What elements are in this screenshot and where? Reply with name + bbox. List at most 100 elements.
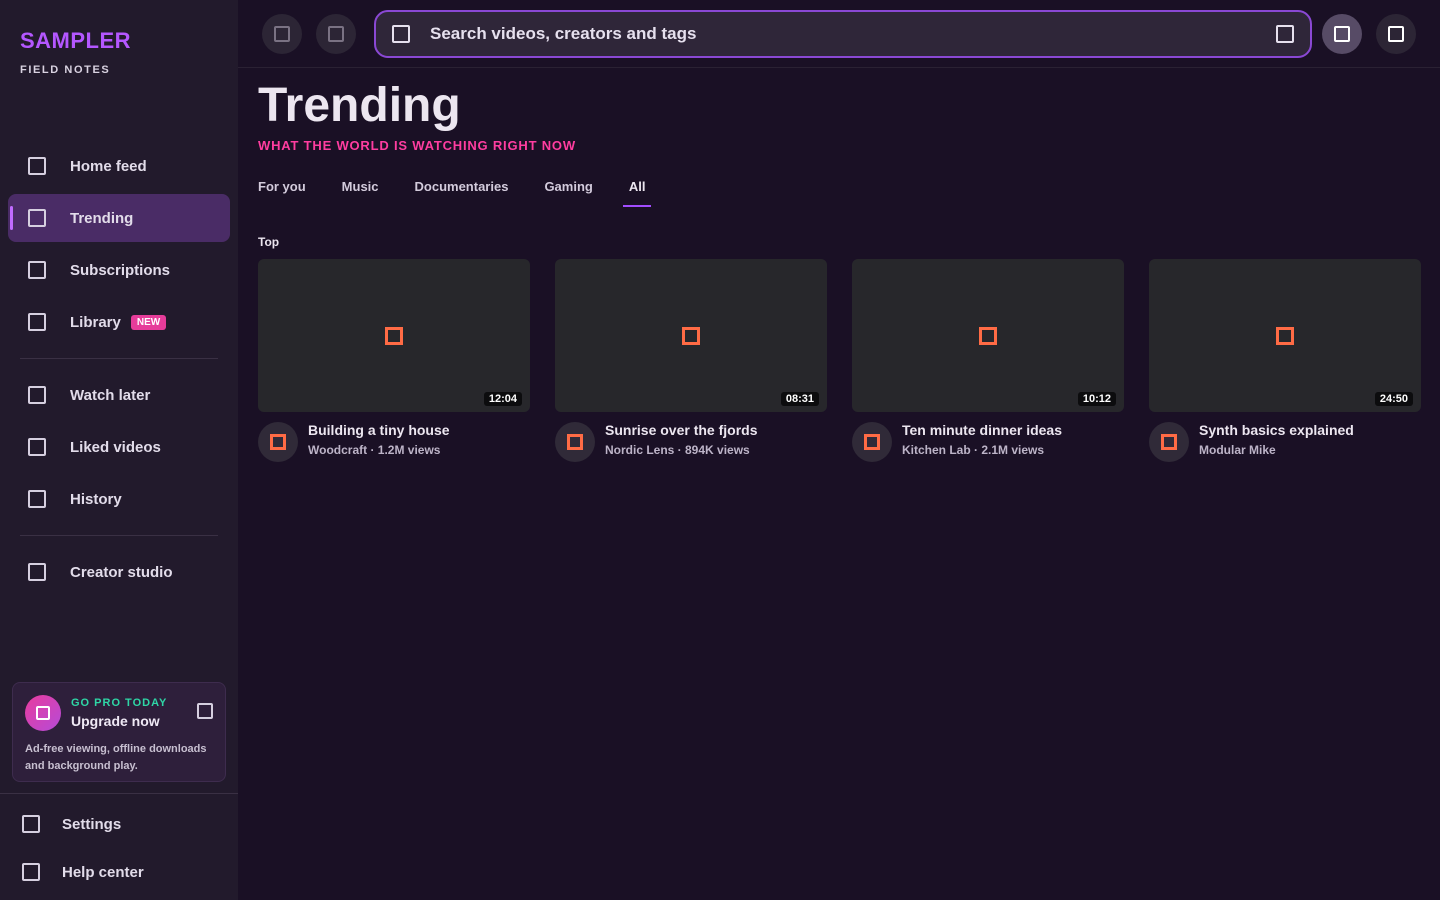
notifications-button[interactable]: [1376, 14, 1416, 54]
divider: [20, 535, 218, 536]
play-icon: [1276, 326, 1294, 345]
video-meta: Building a tiny house Woodcraft · 1.2M v…: [258, 422, 530, 462]
search-icon: [392, 25, 410, 43]
sidebar-item-help[interactable]: Help center: [22, 848, 232, 896]
channel-icon: [270, 434, 286, 450]
sidebar-item-liked[interactable]: Liked videos: [8, 423, 230, 471]
sidebar-item-label: Liked videos: [70, 438, 161, 456]
arrow-left-icon: [274, 26, 290, 42]
sidebar-item-settings[interactable]: Settings: [22, 800, 232, 848]
page-subtitle: WHAT THE WORLD IS WATCHING RIGHT NOW: [258, 138, 576, 153]
sidebar-item-label: Library: [70, 313, 121, 331]
video-grid: 12:04 Building a tiny house Woodcraft · …: [258, 259, 1421, 462]
video-subtitle: Nordic Lens · 894K views: [605, 443, 750, 457]
video-thumbnail[interactable]: 10:12: [852, 259, 1124, 412]
arrow-right-icon: [328, 26, 344, 42]
sidebar-item-label: Creator studio: [70, 563, 173, 581]
sidebar-item-library[interactable]: Library NEW: [8, 298, 230, 346]
play-icon: [979, 326, 997, 345]
brand-tagline: FIELD NOTES: [20, 64, 111, 76]
search-input[interactable]: [430, 24, 1276, 44]
brand-logo[interactable]: SAMPLER: [20, 28, 220, 54]
crown-icon: [36, 706, 50, 720]
close-icon[interactable]: [197, 703, 213, 719]
sidebar-item-trending[interactable]: Trending: [8, 194, 230, 242]
sidebar-item-history[interactable]: History: [8, 475, 230, 523]
sidebar-item-label: Watch later: [70, 386, 151, 404]
upgrade-card[interactable]: GO PRO TODAY Upgrade now Ad-free viewing…: [12, 682, 226, 782]
video-meta: Sunrise over the fjords Nordic Lens · 89…: [555, 422, 827, 462]
sidebar-item-label: Settings: [62, 815, 122, 833]
video-subtitle: Kitchen Lab · 2.1M views: [902, 443, 1045, 457]
sidebar: SAMPLER FIELD NOTES Home feed Trending S…: [0, 0, 238, 900]
help-icon: [22, 863, 40, 881]
video-title[interactable]: Building a tiny house: [308, 422, 450, 438]
channel-avatar[interactable]: [1149, 422, 1189, 462]
duration-badge: 08:31: [780, 392, 819, 406]
studio-icon: [28, 563, 46, 581]
video-thumbnail[interactable]: 24:50: [1149, 259, 1421, 412]
forward-button[interactable]: [316, 14, 356, 54]
page-title: Trending: [258, 79, 461, 132]
upgrade-text: Ad-free viewing, offline downloads and b…: [25, 743, 207, 772]
video-thumbnail[interactable]: 12:04: [258, 259, 530, 412]
back-button[interactable]: [262, 14, 302, 54]
upload-button[interactable]: [1322, 14, 1362, 54]
section-label: Top: [258, 235, 280, 249]
sidebar-item-label: Trending: [70, 209, 134, 227]
video-meta: Synth basics explained Modular Mike: [1149, 422, 1421, 462]
divider: [20, 358, 218, 359]
video-title[interactable]: Sunrise over the fjords: [605, 422, 757, 438]
video-card[interactable]: 08:31 Sunrise over the fjords Nordic Len…: [555, 259, 827, 462]
video-card[interactable]: 12:04 Building a tiny house Woodcraft · …: [258, 259, 530, 462]
category-tabs: For you Music Documentaries Gaming All: [258, 179, 1420, 209]
library-icon: [28, 313, 46, 331]
tab-music[interactable]: Music: [342, 179, 385, 205]
channel-avatar[interactable]: [852, 422, 892, 462]
sidebar-item-label: Subscriptions: [70, 261, 171, 279]
tab-for-you[interactable]: For you: [258, 179, 312, 205]
duration-badge: 12:04: [483, 392, 522, 406]
sidebar-item-label: Help center: [62, 863, 144, 881]
brand[interactable]: SAMPLER FIELD NOTES: [20, 28, 220, 76]
video-title[interactable]: Synth basics explained: [1199, 422, 1354, 438]
play-icon: [385, 326, 403, 345]
video-meta: Ten minute dinner ideas Kitchen Lab · 2.…: [852, 422, 1124, 462]
sidebar-item-studio[interactable]: Creator studio: [8, 548, 230, 596]
duration-badge: 24:50: [1374, 392, 1413, 406]
tab-documentaries[interactable]: Documentaries: [415, 179, 515, 205]
bell-icon: [1388, 26, 1404, 42]
flame-icon: [28, 209, 46, 227]
sidebar-item-watch-later[interactable]: Watch later: [8, 371, 230, 419]
sidebar-item-subscriptions[interactable]: Subscriptions: [8, 246, 230, 294]
sidebar-bottom: Settings Help center: [22, 800, 232, 896]
sidebar-item-label: Home feed: [70, 157, 147, 175]
video-subtitle: Woodcraft · 1.2M views: [308, 443, 441, 457]
channel-avatar[interactable]: [555, 422, 595, 462]
microphone-icon[interactable]: [1276, 25, 1294, 43]
upgrade-avatar: [25, 695, 61, 731]
history-icon: [28, 490, 46, 508]
video-thumbnail[interactable]: 08:31: [555, 259, 827, 412]
tab-all[interactable]: All: [622, 179, 652, 207]
video-title[interactable]: Ten minute dinner ideas: [902, 422, 1062, 438]
search-bar[interactable]: [374, 10, 1312, 58]
duration-badge: 10:12: [1077, 392, 1116, 406]
home-icon: [28, 157, 46, 175]
channel-icon: [864, 434, 880, 450]
video-subtitle: Modular Mike: [1199, 443, 1276, 457]
channel-icon: [1161, 434, 1177, 450]
upgrade-title: Upgrade now: [71, 713, 160, 729]
video-card[interactable]: 10:12 Ten minute dinner ideas Kitchen La…: [852, 259, 1124, 462]
heart-icon: [28, 438, 46, 456]
gear-icon: [22, 815, 40, 833]
sidebar-item-home[interactable]: Home feed: [8, 142, 230, 190]
play-icon: [682, 326, 700, 345]
channel-avatar[interactable]: [258, 422, 298, 462]
new-badge: NEW: [130, 314, 167, 330]
video-card[interactable]: 24:50 Synth basics explained Modular Mik…: [1149, 259, 1421, 462]
upgrade-kicker: GO PRO TODAY: [71, 697, 168, 709]
tab-gaming[interactable]: Gaming: [544, 179, 598, 205]
subscriptions-icon: [28, 261, 46, 279]
clock-icon: [28, 386, 46, 404]
